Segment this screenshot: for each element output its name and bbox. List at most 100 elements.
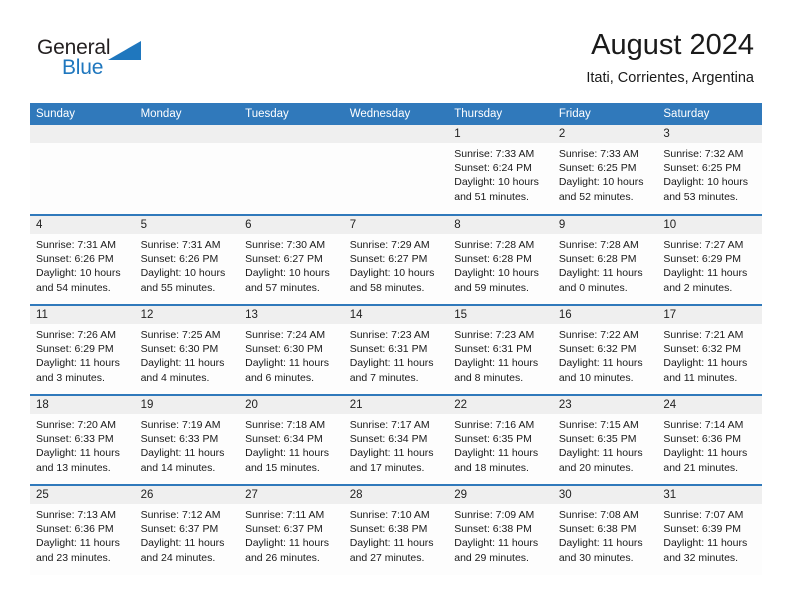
daylight-text-line2: and 14 minutes. [140, 461, 216, 474]
calendar-day-cell[interactable]: 28 Sunrise: 7:10 AM Sunset: 6:38 PM Dayl… [343, 484, 449, 575]
calendar-day-cell[interactable] [134, 125, 240, 215]
sunset-text: Sunset: 6:28 PM [558, 253, 637, 266]
daylight-text-line1: Daylight: 11 hours [558, 357, 643, 370]
sunset-text: Sunset: 6:33 PM [140, 433, 219, 446]
day-details: Sunrise: 7:13 AM Sunset: 6:36 PM Dayligh… [30, 504, 135, 565]
calendar-day-cell[interactable]: 25 Sunrise: 7:13 AM Sunset: 6:36 PM Dayl… [30, 484, 135, 575]
sunset-text: Sunset: 6:32 PM [558, 343, 637, 356]
sunset-text: Sunset: 6:30 PM [245, 343, 323, 356]
day-details: Sunrise: 7:09 AM Sunset: 6:38 PM Dayligh… [448, 504, 553, 565]
daylight-text-line2: and 32 minutes. [663, 551, 739, 564]
calendar-day-cell[interactable]: 31 Sunrise: 7:07 AM Sunset: 6:39 PM Dayl… [657, 484, 762, 575]
calendar-day-cell[interactable]: 15 Sunrise: 7:23 AM Sunset: 6:31 PM Dayl… [448, 304, 553, 395]
day-number: 31 [657, 486, 762, 504]
logo-text-blue: Blue [62, 56, 104, 79]
sunset-text: Sunset: 6:38 PM [454, 523, 532, 536]
daylight-text-line2: and 51 minutes. [454, 190, 529, 203]
calendar-day-cell[interactable]: 13 Sunrise: 7:24 AM Sunset: 6:30 PM Dayl… [239, 304, 344, 395]
calendar-day-cell[interactable]: 12 Sunrise: 7:25 AM Sunset: 6:30 PM Dayl… [134, 304, 240, 395]
calendar-day-cell[interactable]: 4 Sunrise: 7:31 AM Sunset: 6:26 PM Dayli… [30, 214, 135, 305]
day-number: 15 [448, 306, 553, 324]
sunrise-text: Sunrise: 7:23 AM [349, 329, 430, 341]
daylight-text-line2: and 2 minutes. [663, 281, 733, 294]
calendar-day-cell[interactable]: 9 Sunrise: 7:28 AM Sunset: 6:28 PM Dayli… [552, 214, 658, 305]
calendar-day-cell[interactable]: 18 Sunrise: 7:20 AM Sunset: 6:33 PM Dayl… [30, 394, 135, 485]
calendar-day-cell[interactable]: 7 Sunrise: 7:29 AM Sunset: 6:27 PM Dayli… [343, 214, 449, 305]
calendar-day-cell[interactable]: 22 Sunrise: 7:16 AM Sunset: 6:35 PM Dayl… [448, 394, 553, 485]
daylight-text-line2: and 11 minutes. [663, 371, 738, 384]
calendar-day-cell[interactable]: 27 Sunrise: 7:11 AM Sunset: 6:37 PM Dayl… [239, 484, 344, 575]
calendar-day-cell[interactable]: 8 Sunrise: 7:28 AM Sunset: 6:28 PM Dayli… [448, 214, 553, 305]
sunrise-text: Sunrise: 7:25 AM [140, 329, 221, 341]
day-number: 14 [343, 306, 449, 324]
weekday-header-thursday: Thursday [448, 103, 553, 125]
daylight-text-line1: Daylight: 11 hours [454, 357, 539, 370]
calendar-day-cell[interactable]: 2 Sunrise: 7:33 AM Sunset: 6:25 PM Dayli… [552, 125, 658, 215]
calendar-day-cell[interactable]: 29 Sunrise: 7:09 AM Sunset: 6:38 PM Dayl… [448, 484, 553, 575]
day-number [134, 125, 240, 143]
day-number: 23 [552, 396, 658, 414]
calendar-day-cell[interactable] [30, 125, 135, 215]
daylight-text-line1: Daylight: 10 hours [663, 176, 749, 189]
day-number: 16 [552, 306, 658, 324]
calendar-week-row: 1 Sunrise: 7:33 AM Sunset: 6:24 PM Dayli… [30, 125, 762, 215]
calendar-day-cell[interactable]: 6 Sunrise: 7:30 AM Sunset: 6:27 PM Dayli… [239, 214, 344, 305]
calendar-day-cell[interactable]: 20 Sunrise: 7:18 AM Sunset: 6:34 PM Dayl… [239, 394, 344, 485]
day-number: 12 [134, 306, 240, 324]
calendar-day-cell[interactable]: 17 Sunrise: 7:21 AM Sunset: 6:32 PM Dayl… [657, 304, 762, 395]
calendar-day-cell[interactable] [239, 125, 344, 215]
calendar-day-cell[interactable]: 1 Sunrise: 7:33 AM Sunset: 6:24 PM Dayli… [448, 125, 553, 215]
day-number: 13 [239, 306, 344, 324]
day-number: 10 [657, 216, 762, 234]
daylight-text-line1: Daylight: 11 hours [140, 447, 225, 460]
day-details: Sunrise: 7:32 AM Sunset: 6:25 PM Dayligh… [657, 143, 762, 204]
calendar-day-cell[interactable]: 14 Sunrise: 7:23 AM Sunset: 6:31 PM Dayl… [343, 304, 449, 395]
day-details: Sunrise: 7:27 AM Sunset: 6:29 PM Dayligh… [657, 234, 762, 295]
general-blue-logo: General Blue [37, 36, 167, 84]
weekday-header-saturday: Saturday [657, 103, 762, 125]
calendar-day-cell[interactable]: 3 Sunrise: 7:32 AM Sunset: 6:25 PM Dayli… [657, 125, 762, 215]
day-number: 24 [657, 396, 762, 414]
calendar-day-cell[interactable]: 30 Sunrise: 7:08 AM Sunset: 6:38 PM Dayl… [552, 484, 658, 575]
daylight-text-line2: and 54 minutes. [36, 281, 111, 294]
day-number: 27 [239, 486, 344, 504]
day-details: Sunrise: 7:23 AM Sunset: 6:31 PM Dayligh… [344, 324, 449, 385]
daylight-text-line2: and 55 minutes. [140, 281, 216, 294]
calendar-day-cell[interactable]: 26 Sunrise: 7:12 AM Sunset: 6:37 PM Dayl… [134, 484, 240, 575]
sunrise-text: Sunrise: 7:20 AM [36, 419, 116, 431]
calendar-day-cell[interactable]: 10 Sunrise: 7:27 AM Sunset: 6:29 PM Dayl… [657, 214, 762, 305]
daylight-text-line2: and 30 minutes. [558, 551, 634, 564]
day-number: 5 [134, 216, 240, 234]
day-number: 18 [30, 396, 135, 414]
daylight-text-line2: and 6 minutes. [245, 371, 315, 384]
sunrise-text: Sunrise: 7:27 AM [663, 239, 744, 251]
daylight-text-line2: and 0 minutes. [558, 281, 628, 294]
day-number: 11 [30, 306, 135, 324]
sunrise-text: Sunrise: 7:33 AM [454, 148, 535, 160]
calendar-day-cell[interactable]: 24 Sunrise: 7:14 AM Sunset: 6:36 PM Dayl… [657, 394, 762, 485]
sunset-text: Sunset: 6:38 PM [558, 523, 637, 536]
calendar-day-cell[interactable]: 23 Sunrise: 7:15 AM Sunset: 6:35 PM Dayl… [552, 394, 658, 485]
daylight-text-line2: and 57 minutes. [245, 281, 320, 294]
sunrise-text: Sunrise: 7:15 AM [558, 419, 639, 431]
day-number: 26 [134, 486, 240, 504]
calendar-week-row: 25 Sunrise: 7:13 AM Sunset: 6:36 PM Dayl… [30, 484, 762, 575]
calendar-day-cell[interactable]: 11 Sunrise: 7:26 AM Sunset: 6:29 PM Dayl… [30, 304, 135, 395]
calendar-day-cell[interactable]: 16 Sunrise: 7:22 AM Sunset: 6:32 PM Dayl… [552, 304, 658, 395]
sunset-text: Sunset: 6:36 PM [36, 523, 114, 536]
calendar-day-cell[interactable]: 5 Sunrise: 7:31 AM Sunset: 6:26 PM Dayli… [134, 214, 240, 305]
daylight-text-line2: and 52 minutes. [558, 190, 634, 203]
day-details [239, 143, 344, 147]
day-details: Sunrise: 7:07 AM Sunset: 6:39 PM Dayligh… [657, 504, 762, 565]
day-details: Sunrise: 7:26 AM Sunset: 6:29 PM Dayligh… [30, 324, 135, 385]
daylight-text-line1: Daylight: 11 hours [349, 447, 434, 460]
sunrise-text: Sunrise: 7:18 AM [245, 419, 326, 431]
calendar-day-cell[interactable]: 19 Sunrise: 7:19 AM Sunset: 6:33 PM Dayl… [134, 394, 240, 485]
day-details: Sunrise: 7:33 AM Sunset: 6:24 PM Dayligh… [448, 143, 553, 204]
calendar-day-cell[interactable]: 21 Sunrise: 7:17 AM Sunset: 6:34 PM Dayl… [343, 394, 449, 485]
sunset-text: Sunset: 6:26 PM [36, 253, 114, 266]
sunset-text: Sunset: 6:29 PM [663, 253, 742, 266]
day-details [344, 143, 449, 147]
calendar-day-cell[interactable] [343, 125, 449, 215]
sunset-text: Sunset: 6:34 PM [349, 433, 428, 446]
